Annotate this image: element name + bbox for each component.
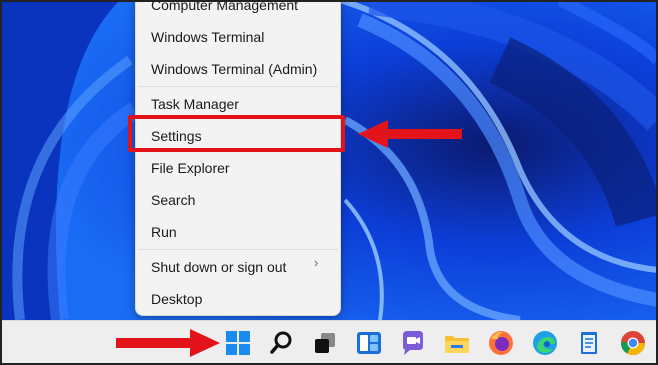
chrome-icon[interactable]: [619, 329, 647, 357]
menu-item-task-manager[interactable]: Task Manager: [151, 96, 239, 112]
file-explorer-icon[interactable]: [443, 329, 471, 357]
menu-divider: [138, 249, 338, 250]
desktop: Computer Management Windows Terminal Win…: [0, 0, 658, 320]
quick-link-menu: Computer Management Windows Terminal Win…: [135, 0, 341, 316]
menu-divider: [138, 86, 338, 87]
chat-icon[interactable]: [399, 329, 427, 357]
menu-item-windows-terminal[interactable]: Windows Terminal: [151, 29, 264, 45]
menu-item-shut-down-or-sign-out[interactable]: Shut down or sign out: [151, 259, 286, 275]
menu-item-search[interactable]: Search: [151, 192, 195, 208]
menu-item-run[interactable]: Run: [151, 224, 177, 240]
menu-item-file-explorer[interactable]: File Explorer: [151, 160, 230, 176]
red-arrow-left-icon: [358, 120, 462, 148]
edge-icon[interactable]: [531, 329, 559, 357]
chevron-right-icon: ›: [314, 255, 319, 270]
search-icon[interactable]: [268, 329, 296, 357]
menu-item-windows-terminal-admin[interactable]: Windows Terminal (Admin): [151, 61, 317, 77]
start-icon[interactable]: [224, 329, 252, 357]
menu-item-computer-management[interactable]: Computer Management: [151, 0, 298, 13]
menu-item-desktop[interactable]: Desktop: [151, 291, 202, 307]
settings-highlight-box: [128, 115, 345, 152]
task-view-icon[interactable]: [311, 329, 339, 357]
notepad-icon[interactable]: [575, 329, 603, 357]
red-arrow-right-icon: [116, 329, 220, 357]
widgets-icon[interactable]: [355, 329, 383, 357]
firefox-icon[interactable]: [487, 329, 515, 357]
taskbar: [0, 320, 658, 365]
